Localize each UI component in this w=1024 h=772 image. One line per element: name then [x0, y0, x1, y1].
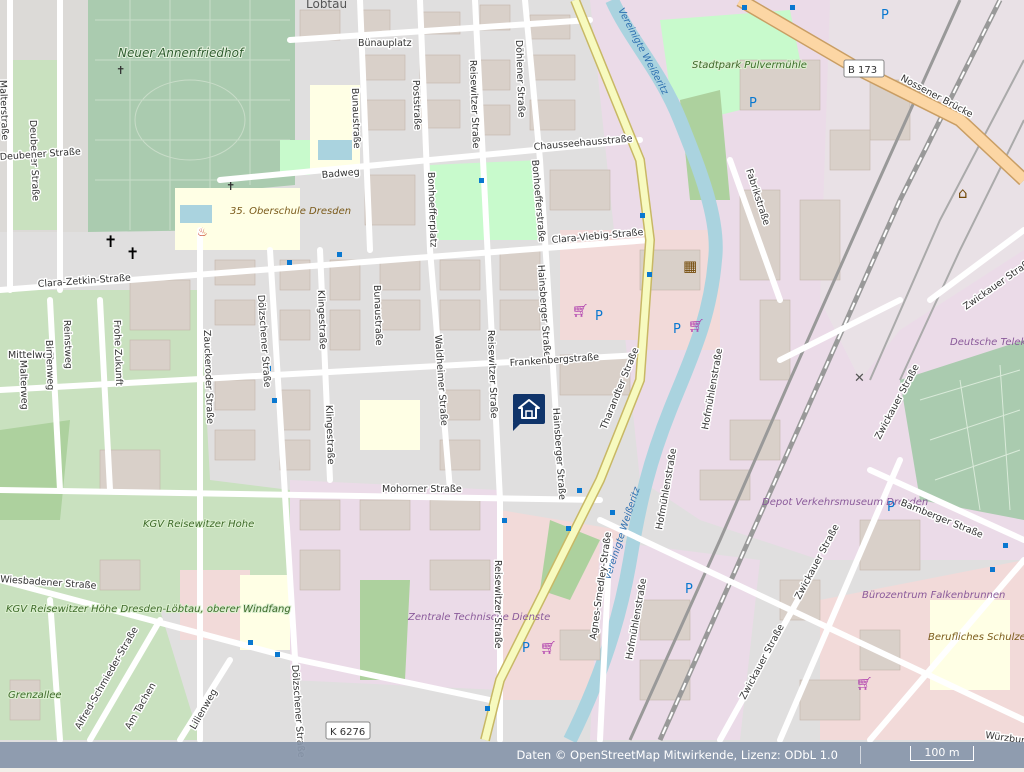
cinema-icon: ▦	[683, 257, 697, 275]
district-label: Lobtau	[306, 0, 347, 11]
church-icon-2: ✝	[126, 244, 139, 263]
telekom-label: Deutsche Telekom AG	[950, 337, 1024, 348]
parking-icon-4: P	[881, 8, 889, 23]
home-icon	[518, 399, 540, 419]
street-poststrasse: Poststraße	[410, 80, 423, 131]
zentrale-label: Zentrale Technische Dienste	[407, 612, 550, 623]
street-bunaustrasse-2: Bunaustraße	[371, 285, 384, 346]
scale-label: 100 m	[924, 746, 960, 759]
road-badge-k6276: K 6276	[325, 721, 371, 740]
parking-icon-1: P	[595, 309, 603, 324]
parking-icon-3: P	[749, 96, 757, 111]
school-area-3	[360, 400, 420, 450]
attribution-bar: Daten © OpenStreetMap Mitwirkende, Lizen…	[0, 742, 1024, 768]
fire-station-icon: ♨	[197, 225, 208, 239]
green-south	[360, 580, 410, 680]
map-svg: ✝ ✝ ✝ ✝ ♨ ▦ 🛒︎ 🛒︎ 🛒︎ 🛒︎ ⌂ ✕ P P P P P P …	[0, 0, 1024, 768]
vocational-school-area	[930, 600, 1010, 690]
street-bunaustrasse: Bunaustraße	[349, 88, 362, 149]
scale-bar: 100 m	[910, 746, 974, 761]
street-malterweg: Malterweg	[17, 360, 30, 410]
street-frohe-zukunft: Frohe Zukunft	[111, 320, 124, 386]
street-reisewitzer-3: Reisewitzer Straße	[492, 560, 503, 649]
attribution-text[interactable]: Daten © OpenStreetMap Mitwirkende, Lizen…	[516, 748, 838, 762]
kgv2-label: KGV Reisewitzer Höhe Dresden-Löbtau, obe…	[6, 604, 291, 615]
divider	[860, 746, 861, 764]
street-klingestrasse-2: Klingestraße	[323, 405, 336, 465]
map-canvas[interactable]: ✝ ✝ ✝ ✝ ♨ ▦ 🛒︎ 🛒︎ 🛒︎ 🛒︎ ⌂ ✕ P P P P P P …	[0, 0, 1024, 768]
pool-2	[318, 140, 352, 160]
street-bunauplatz: Bünauplatz	[358, 38, 412, 49]
museum-icon: ⌂	[958, 184, 968, 202]
grenzallee-label: Grenzallee	[8, 690, 62, 701]
street-reinstweg: Reinstweg	[61, 320, 74, 369]
crossing-icon: ✕	[854, 371, 865, 386]
street-klingestrasse: Klingestraße	[315, 290, 328, 350]
cemetery-cross-icon: ✝	[116, 64, 125, 77]
berufsschule-label: Berufliches Schulzentrum für Dienstleist…	[928, 632, 1024, 643]
school-label: 35. Oberschule Dresden	[230, 206, 351, 217]
svg-text:B 173: B 173	[848, 65, 877, 76]
street-malter: Malterstraße	[0, 80, 10, 141]
buero-label: Bürozentrum Falkenbrunnen	[862, 590, 1005, 601]
kgv-label: KGV Reisewitzer Hohe	[143, 519, 254, 530]
road-badge-b173: B 173	[843, 59, 885, 78]
shop-icon-2: 🛒︎	[688, 318, 705, 334]
shop-icon: 🛒︎	[572, 303, 589, 319]
cemetery-label: Neuer Annenfriedhof	[118, 46, 245, 60]
street-mohorner: Mohorner Straße	[382, 484, 462, 495]
cemetery-cross-icon-2: ✝	[226, 180, 235, 193]
church-icon: ✝	[104, 232, 117, 251]
parking-icon-7: P	[522, 641, 530, 656]
location-marker[interactable]	[513, 394, 545, 431]
parking-icon-6: P	[685, 582, 693, 597]
shop-icon-4: 🛒︎	[856, 676, 873, 692]
street-birnenweg: Birnenweg	[43, 340, 56, 391]
park-label: Stadtpark Pulvermühle	[692, 60, 807, 71]
parking-icon-2: P	[673, 322, 681, 337]
svg-text:K 6276: K 6276	[330, 727, 365, 738]
shop-icon-3: 🛒︎	[540, 640, 557, 656]
pool	[180, 205, 212, 223]
